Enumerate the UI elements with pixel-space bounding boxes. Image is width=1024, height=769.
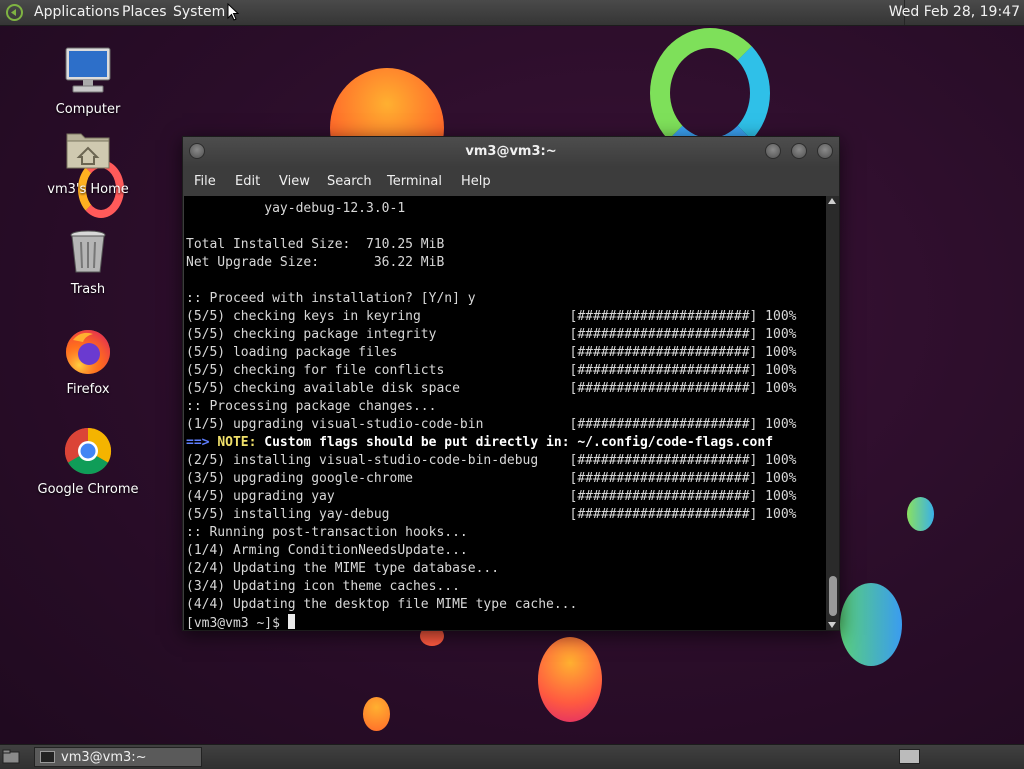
desktop-icon-chrome[interactable]: Google Chrome: [33, 426, 143, 497]
terminal-line: :: Processing package changes...: [186, 399, 437, 414]
taskbar-window-label: vm3@vm3:~: [61, 750, 147, 765]
note-arrow: ==>: [186, 435, 210, 450]
shell-prompt: [vm3@vm3 ~]$: [186, 616, 288, 630]
terminal-prompt-line[interactable]: [vm3@vm3 ~]$: [186, 614, 826, 630]
desktop-icon-firefox[interactable]: Firefox: [33, 326, 143, 397]
wallpaper-blob-small-bottom: [363, 697, 390, 731]
text-cursor: [287, 614, 295, 629]
terminal-line: (5/5) checking available disk space [###…: [186, 381, 797, 396]
menu-help[interactable]: Help: [461, 174, 491, 189]
desktop-icon-home[interactable]: vm3's Home: [33, 126, 143, 197]
chrome-icon: [63, 426, 113, 476]
desktop-icon-label: Computer: [55, 102, 121, 117]
terminal-line: (5/5) checking for file conflicts [#####…: [186, 363, 797, 378]
applications-menu[interactable]: Applications: [34, 4, 120, 21]
system-menu[interactable]: System: [173, 4, 225, 21]
terminal-line: yay-debug-12.3.0-1: [186, 201, 406, 216]
terminal-line: (3/4) Updating icon theme caches...: [186, 579, 460, 594]
terminal-scrollbar[interactable]: [826, 196, 839, 630]
bottom-panel: vm3@vm3:~: [0, 744, 1024, 769]
note-label: NOTE:: [217, 435, 257, 450]
terminal-line: Net Upgrade Size: 36.22 MiB: [186, 255, 445, 270]
terminal-icon: [40, 751, 55, 763]
show-desktop-icon[interactable]: [2, 749, 20, 764]
close-button[interactable]: [817, 143, 833, 159]
taskbar-window-button[interactable]: vm3@vm3:~: [34, 747, 202, 767]
desktop-icon-trash[interactable]: Trash: [33, 226, 143, 297]
terminal-line: :: Proceed with installation? [Y/n] y: [186, 291, 476, 306]
menu-search[interactable]: Search: [327, 174, 372, 189]
terminal-line: (1/5) upgrading visual-studio-code-bin […: [186, 417, 797, 432]
desktop-icon-label: Firefox: [66, 382, 110, 397]
terminal-line: (2/4) Updating the MIME type database...: [186, 561, 500, 576]
terminal-line: (5/5) installing yay-debug [############…: [186, 507, 797, 522]
menu-edit[interactable]: Edit: [235, 174, 260, 189]
scroll-thumb[interactable]: [829, 576, 837, 616]
desktop-icon-label: vm3's Home: [47, 182, 129, 197]
computer-icon: [63, 46, 113, 96]
terminal-output[interactable]: yay-debug-12.3.0-1 Total Installed Size: …: [184, 196, 826, 630]
places-menu[interactable]: Places: [122, 4, 167, 21]
workspace-switcher[interactable]: [899, 749, 920, 764]
wallpaper-blob-bottom: [538, 637, 602, 722]
clock[interactable]: Wed Feb 28, 19:47: [889, 4, 1020, 21]
top-panel: Applications Places System Wed Feb 28, 1…: [0, 0, 1024, 26]
terminal-line: (4/5) upgrading yay [###################…: [186, 489, 797, 504]
desktop-icon-label: Google Chrome: [37, 482, 139, 497]
trash-icon: [63, 226, 113, 276]
home-folder-icon: [63, 126, 113, 176]
terminal-line: (4/4) Updating the desktop file MIME typ…: [186, 597, 578, 612]
terminal-line: (1/4) Arming ConditionNeedsUpdate...: [186, 543, 468, 558]
minimize-button[interactable]: [765, 143, 781, 159]
mouse-pointer-icon: [227, 3, 239, 21]
menu-view[interactable]: View: [279, 174, 310, 189]
terminal-line: Total Installed Size: 710.25 MiB: [186, 237, 445, 252]
desktop-icon-computer[interactable]: Computer: [33, 46, 143, 117]
distro-logo-icon[interactable]: [6, 4, 23, 21]
scroll-down-arrow-icon[interactable]: [828, 622, 836, 628]
terminal-titlebar[interactable]: vm3@vm3:~: [183, 137, 839, 167]
menu-file[interactable]: File: [194, 174, 216, 189]
terminal-line: (5/5) loading package files [###########…: [186, 345, 797, 360]
menu-terminal[interactable]: Terminal: [387, 174, 442, 189]
window-title: vm3@vm3:~: [465, 144, 557, 159]
maximize-button[interactable]: [791, 143, 807, 159]
note-text: Custom flags should be put directly in: …: [264, 435, 774, 450]
wallpaper-blob-blue-green: [840, 583, 902, 666]
terminal-line: (5/5) checking package integrity [######…: [186, 327, 797, 342]
terminal-menubar: File Edit View Search Terminal Help: [183, 167, 839, 196]
terminal-window[interactable]: vm3@vm3:~ File Edit View Search Terminal…: [182, 136, 840, 631]
scroll-up-arrow-icon[interactable]: [828, 198, 836, 204]
terminal-line: (3/5) upgrading google-chrome [#########…: [186, 471, 797, 486]
firefox-icon: [63, 326, 113, 376]
terminal-line: :: Running post-transaction hooks...: [186, 525, 468, 540]
wallpaper-blob-tiny: [907, 497, 934, 531]
desktop-icon-label: Trash: [70, 282, 106, 297]
terminal-line: (2/5) installing visual-studio-code-bin-…: [186, 453, 797, 468]
terminal-note-line: ==> NOTE: Custom flags should be put dir…: [186, 434, 826, 452]
terminal-line: (5/5) checking keys in keyring [########…: [186, 309, 797, 324]
